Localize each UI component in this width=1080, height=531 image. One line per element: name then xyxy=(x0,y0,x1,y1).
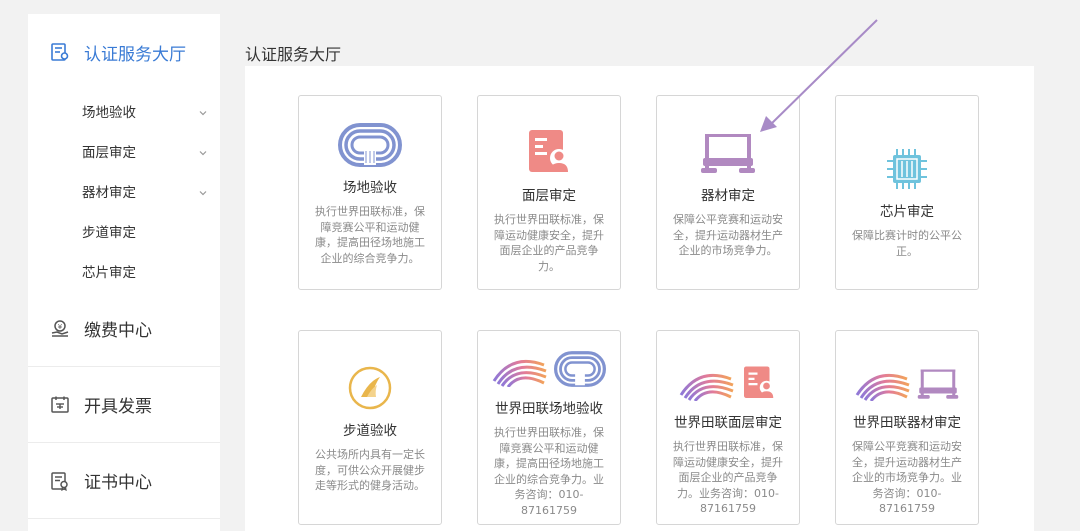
card-icon-row xyxy=(338,123,402,171)
sidebar-item-equipment-approval[interactable]: 器材审定 xyxy=(28,171,220,211)
hurdle-icon xyxy=(917,365,959,405)
world-athletics-logo-icon xyxy=(492,351,548,391)
document-person-icon xyxy=(525,128,573,180)
chevron-down-icon xyxy=(198,186,208,196)
nav-payment-center[interactable]: ¥ 缴费中心 xyxy=(28,291,220,367)
nav-invoice[interactable]: 开具发票 xyxy=(28,367,220,443)
card-equipment-approval[interactable]: 器材审定 保障公平竞赛和运动安全，提升运动器材生产企业的市场竞争力。 xyxy=(656,95,800,290)
nav-certification-hall[interactable]: 认证服务大厅 xyxy=(28,14,220,90)
sidebar-item-venue-acceptance[interactable]: 场地验收 xyxy=(28,91,220,131)
card-chip-approval[interactable]: 芯片审定 保障比赛计时的公平公正。 xyxy=(835,95,979,290)
card-description: 执行世界田联标准，保障竞赛公平和运动健康，提高田径场地施工企业的综合竞争力。 xyxy=(315,205,425,265)
sidebar-item-label: 场地验收 xyxy=(82,105,136,121)
nav-certification-hall-label: 认证服务大厅 xyxy=(84,44,186,65)
nav-certificate-center[interactable]: 证书中心 xyxy=(28,443,220,519)
card-wa-surface-approval[interactable]: 世界田联面层审定 执行世界田联标准，保障运动健康安全，提升面层企业的产品竞争力。… xyxy=(656,330,800,525)
card-description: 公共场所内具有一定长度，可供公众开展健步走等形式的健身活动。 xyxy=(315,448,425,492)
card-wa-venue-acceptance[interactable]: 世界田联场地验收 执行世界田联标准，保障竞赛公平和运动健康，提高田径场地施工企业… xyxy=(477,330,621,525)
card-venue-acceptance[interactable]: 场地验收 执行世界田联标准，保障竞赛公平和运动健康，提高田径场地施工企业的综合竞… xyxy=(298,95,442,290)
certificate-icon xyxy=(50,471,70,491)
card-title: 面层审定 xyxy=(522,188,576,204)
card-trail-acceptance[interactable]: 步道验收 公共场所内具有一定长度，可供公众开展健步走等形式的健身活动。 xyxy=(298,330,442,525)
chevron-down-icon xyxy=(198,146,208,156)
card-icon-row xyxy=(855,365,959,405)
card-title: 场地验收 xyxy=(343,180,397,196)
page-title: 认证服务大厅 xyxy=(245,45,342,64)
card-title: 世界田联面层审定 xyxy=(674,415,782,431)
card-icon-row xyxy=(701,130,755,178)
card-description: 执行世界田联标准，保障运动健康安全，提升面层企业的产品竞争力。 xyxy=(494,213,604,273)
app-shell: 认证服务大厅 场地验收 面层审定 器材审定 步道审定 芯片审定 ¥ 缴费中心 开… xyxy=(0,0,1080,531)
card-title: 世界田联器材审定 xyxy=(853,415,961,431)
card-description: 执行世界田联标准，保障竞赛公平和运动健康，提高田径场地施工企业的综合竞争力。业务… xyxy=(494,426,604,517)
document-person-icon xyxy=(741,365,777,405)
sidebar-item-label: 步道审定 xyxy=(82,225,136,241)
nav-invoice-label: 开具发票 xyxy=(84,397,152,417)
sidebar-item-chip-approval[interactable]: 芯片审定 xyxy=(28,251,220,291)
payment-hand-icon: ¥ xyxy=(50,319,70,339)
track-icon xyxy=(338,123,402,171)
card-title: 步道验收 xyxy=(343,423,397,439)
card-title: 世界田联场地验收 xyxy=(495,401,603,417)
card-icon-row xyxy=(679,365,777,405)
sidebar-item-label: 芯片审定 xyxy=(82,265,136,281)
certificate-list-icon xyxy=(50,42,70,62)
hurdle-icon xyxy=(701,128,755,180)
card-icon-row xyxy=(525,130,573,178)
svg-text:¥: ¥ xyxy=(58,323,63,331)
chevron-down-icon xyxy=(198,106,208,116)
sidebar-item-label: 面层审定 xyxy=(82,145,136,161)
world-athletics-logo-icon xyxy=(679,365,735,405)
card-title: 器材审定 xyxy=(701,188,755,204)
card-wa-equipment-approval[interactable]: 世界田联器材审定 保障公平竞赛和运动安全，提升运动器材生产企业的市场竞争力。业务… xyxy=(835,330,979,525)
card-title: 芯片审定 xyxy=(880,204,934,220)
track-icon xyxy=(554,351,606,391)
invoice-icon xyxy=(50,395,70,415)
card-description: 保障公平竞赛和运动安全，提升运动器材生产企业的市场竞争力。 xyxy=(673,213,783,257)
chip-icon xyxy=(885,147,929,195)
card-icon-row xyxy=(347,365,393,415)
sidebar-item-trail-approval[interactable]: 步道审定 xyxy=(28,211,220,251)
card-icon-row xyxy=(885,148,929,194)
card-surface-approval[interactable]: 面层审定 执行世界田联标准，保障运动健康安全，提升面层企业的产品竞争力。 xyxy=(477,95,621,290)
card-icon-row xyxy=(492,351,606,391)
nav-certificate-center-label: 证书中心 xyxy=(84,473,152,493)
card-description: 保障公平竞赛和运动安全，提升运动器材生产企业的市场竞争力。业务咨询：010-87… xyxy=(852,440,962,515)
card-description: 执行世界田联标准，保障运动健康安全，提升面层企业的产品竞争力。业务咨询：010-… xyxy=(673,440,783,515)
card-description: 保障比赛计时的公平公正。 xyxy=(852,229,962,258)
sidebar-item-label: 器材审定 xyxy=(82,185,136,201)
sidebar: 认证服务大厅 场地验收 面层审定 器材审定 步道审定 芯片审定 ¥ 缴费中心 开… xyxy=(28,14,220,531)
service-card-panel: 场地验收 执行世界田联标准，保障竞赛公平和运动健康，提高田径场地施工企业的综合竞… xyxy=(245,66,1034,531)
nav-payment-center-label: 缴费中心 xyxy=(84,321,152,341)
world-athletics-logo-icon xyxy=(855,365,911,405)
trail-icon xyxy=(347,365,393,415)
sidebar-item-surface-approval[interactable]: 面层审定 xyxy=(28,131,220,171)
